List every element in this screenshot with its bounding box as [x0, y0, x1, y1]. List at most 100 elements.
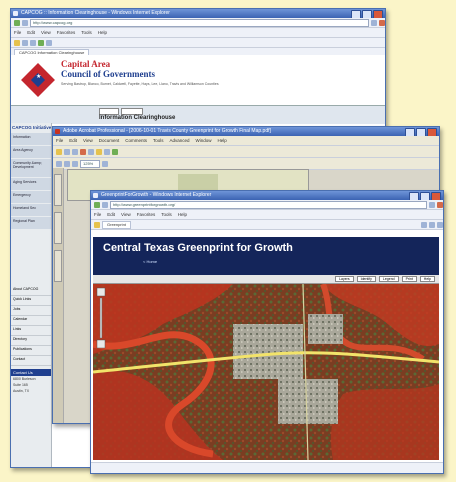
- map-print-button[interactable]: Print: [401, 276, 417, 282]
- forward-icon[interactable]: [22, 19, 28, 26]
- comment-icon[interactable]: [88, 148, 94, 155]
- map-layers-button[interactable]: Layers: [335, 276, 354, 282]
- capcog-title-bar[interactable]: CAPCOG :: Information Clearinghouse - Wi…: [11, 9, 385, 18]
- menu-favorites[interactable]: Favorites: [57, 28, 76, 37]
- maximize-button[interactable]: [416, 128, 426, 136]
- greenprint-title-bar[interactable]: GreenprintForGrowth - Windows Internet E…: [91, 191, 443, 200]
- search-button[interactable]: [121, 108, 143, 115]
- capcog-page-heading: Information Clearinghouse: [99, 115, 176, 121]
- sidebar-item[interactable]: Community &amp; Development: [11, 159, 51, 177]
- menu-window[interactable]: Window: [196, 136, 212, 145]
- menu-document[interactable]: Document: [99, 136, 120, 145]
- sidebar-link[interactable]: Links: [11, 326, 51, 336]
- sidebar-item[interactable]: Homeland Sec: [11, 204, 51, 216]
- sidebar-item[interactable]: Area Agency: [11, 146, 51, 158]
- sign-icon[interactable]: [96, 148, 102, 155]
- search-input[interactable]: [99, 108, 119, 115]
- menu-advanced[interactable]: Advanced: [170, 136, 190, 145]
- menu-view[interactable]: View: [83, 136, 93, 145]
- save-icon[interactable]: [64, 148, 70, 155]
- page-icon[interactable]: [429, 221, 435, 228]
- menu-file[interactable]: File: [14, 28, 21, 37]
- favorites-star-icon[interactable]: [14, 39, 20, 46]
- acrobat-menu-bar: File Edit View Document Comments Tools A…: [53, 136, 439, 146]
- sidebar-item[interactable]: Aging Services: [11, 178, 51, 190]
- sidebar-link[interactable]: Jobs: [11, 306, 51, 316]
- menu-help[interactable]: Help: [178, 210, 187, 219]
- sidebar-item[interactable]: Information: [11, 133, 51, 145]
- greenprint-address-input[interactable]: http://www.greenprintforgrowth.org/: [110, 200, 427, 209]
- greenprint-tab-bar: Greenprint: [91, 220, 443, 230]
- sidebar-link[interactable]: Calendar: [11, 316, 51, 326]
- create-pdf-icon[interactable]: [80, 148, 86, 155]
- hand-tool-icon[interactable]: [56, 160, 62, 167]
- zoom-in-icon[interactable]: [72, 160, 78, 167]
- menu-tools[interactable]: Tools: [81, 28, 92, 37]
- menu-help[interactable]: Help: [218, 136, 227, 145]
- map-legend-button[interactable]: Legend: [378, 276, 399, 282]
- home-icon[interactable]: [421, 221, 427, 228]
- sidebar-link[interactable]: Publications: [11, 346, 51, 356]
- capcog-header: ★ Capital Area Council of Governments Se…: [11, 55, 385, 105]
- menu-help[interactable]: Help: [98, 28, 107, 37]
- minimize-button[interactable]: [351, 10, 361, 18]
- stop-icon[interactable]: [379, 19, 385, 26]
- sidebar-link[interactable]: About CAPCOG: [11, 286, 51, 296]
- print-icon[interactable]: [72, 148, 78, 155]
- map-identify-button[interactable]: Identify: [356, 276, 376, 282]
- close-button[interactable]: [427, 128, 437, 136]
- tools-icon[interactable]: [437, 221, 443, 228]
- back-icon[interactable]: [94, 201, 100, 208]
- pages-tab[interactable]: [54, 212, 62, 244]
- map-title: Central Texas Greenprint for Growth: [103, 242, 293, 254]
- sidebar-item[interactable]: Emergency: [11, 191, 51, 203]
- refresh-icon[interactable]: [429, 201, 435, 208]
- close-button[interactable]: [373, 10, 383, 18]
- maximize-button[interactable]: [420, 192, 430, 200]
- map-home-link[interactable]: < Home: [143, 259, 157, 264]
- forward-icon[interactable]: [102, 201, 108, 208]
- select-tool-icon[interactable]: [64, 160, 70, 167]
- stop-icon[interactable]: [437, 201, 443, 208]
- capcog-address-bar: http://www.capcog.org: [11, 18, 385, 28]
- menu-view[interactable]: View: [121, 210, 131, 219]
- refresh-icon[interactable]: [371, 19, 377, 26]
- menu-view[interactable]: View: [41, 28, 51, 37]
- menu-file[interactable]: File: [56, 136, 63, 145]
- favorites-star-icon[interactable]: [94, 221, 100, 228]
- minimize-button[interactable]: [409, 192, 419, 200]
- map-urban-area: [308, 314, 343, 344]
- sidebar-link[interactable]: Contact: [11, 356, 51, 366]
- map-canvas[interactable]: [93, 284, 439, 460]
- menu-tools[interactable]: Tools: [153, 136, 164, 145]
- greenprint-tab[interactable]: Greenprint: [102, 220, 131, 229]
- back-icon[interactable]: [14, 19, 20, 26]
- sidebar-link[interactable]: Directory: [11, 336, 51, 346]
- open-icon[interactable]: [56, 148, 62, 155]
- menu-comments[interactable]: Comments: [125, 136, 147, 145]
- greenprint-browser-window[interactable]: GreenprintForGrowth - Windows Internet E…: [90, 190, 444, 474]
- sidebar-link[interactable]: Quick Links: [11, 296, 51, 306]
- acrobat-window-title: Adobe Acrobat Professional - [2006-10-01…: [63, 128, 271, 134]
- menu-file[interactable]: File: [94, 210, 101, 219]
- maximize-button[interactable]: [362, 10, 372, 18]
- forms-icon[interactable]: [112, 148, 118, 155]
- zoom-level-field[interactable]: 125%: [80, 159, 100, 168]
- menu-edit[interactable]: Edit: [107, 210, 115, 219]
- menu-tools[interactable]: Tools: [161, 210, 172, 219]
- menu-edit[interactable]: Edit: [27, 28, 35, 37]
- minimize-button[interactable]: [405, 128, 415, 136]
- menu-favorites[interactable]: Favorites: [137, 210, 156, 219]
- secure-icon[interactable]: [104, 148, 110, 155]
- close-button[interactable]: [431, 192, 441, 200]
- sidebar-title: CAPCOG Initiatives: [12, 125, 51, 130]
- layers-tab[interactable]: [54, 250, 62, 282]
- zoom-out-icon[interactable]: [102, 160, 108, 167]
- bookmarks-tab[interactable]: [54, 174, 62, 206]
- capcog-address-input[interactable]: http://www.capcog.org: [30, 18, 369, 27]
- greenprint-address-bar: http://www.greenprintforgrowth.org/: [91, 200, 443, 210]
- map-help-button[interactable]: Help: [419, 276, 435, 282]
- sidebar-item[interactable]: Regional Plan: [11, 217, 51, 229]
- menu-edit[interactable]: Edit: [69, 136, 77, 145]
- acrobat-title-bar[interactable]: Adobe Acrobat Professional - [2006-10-01…: [53, 127, 439, 136]
